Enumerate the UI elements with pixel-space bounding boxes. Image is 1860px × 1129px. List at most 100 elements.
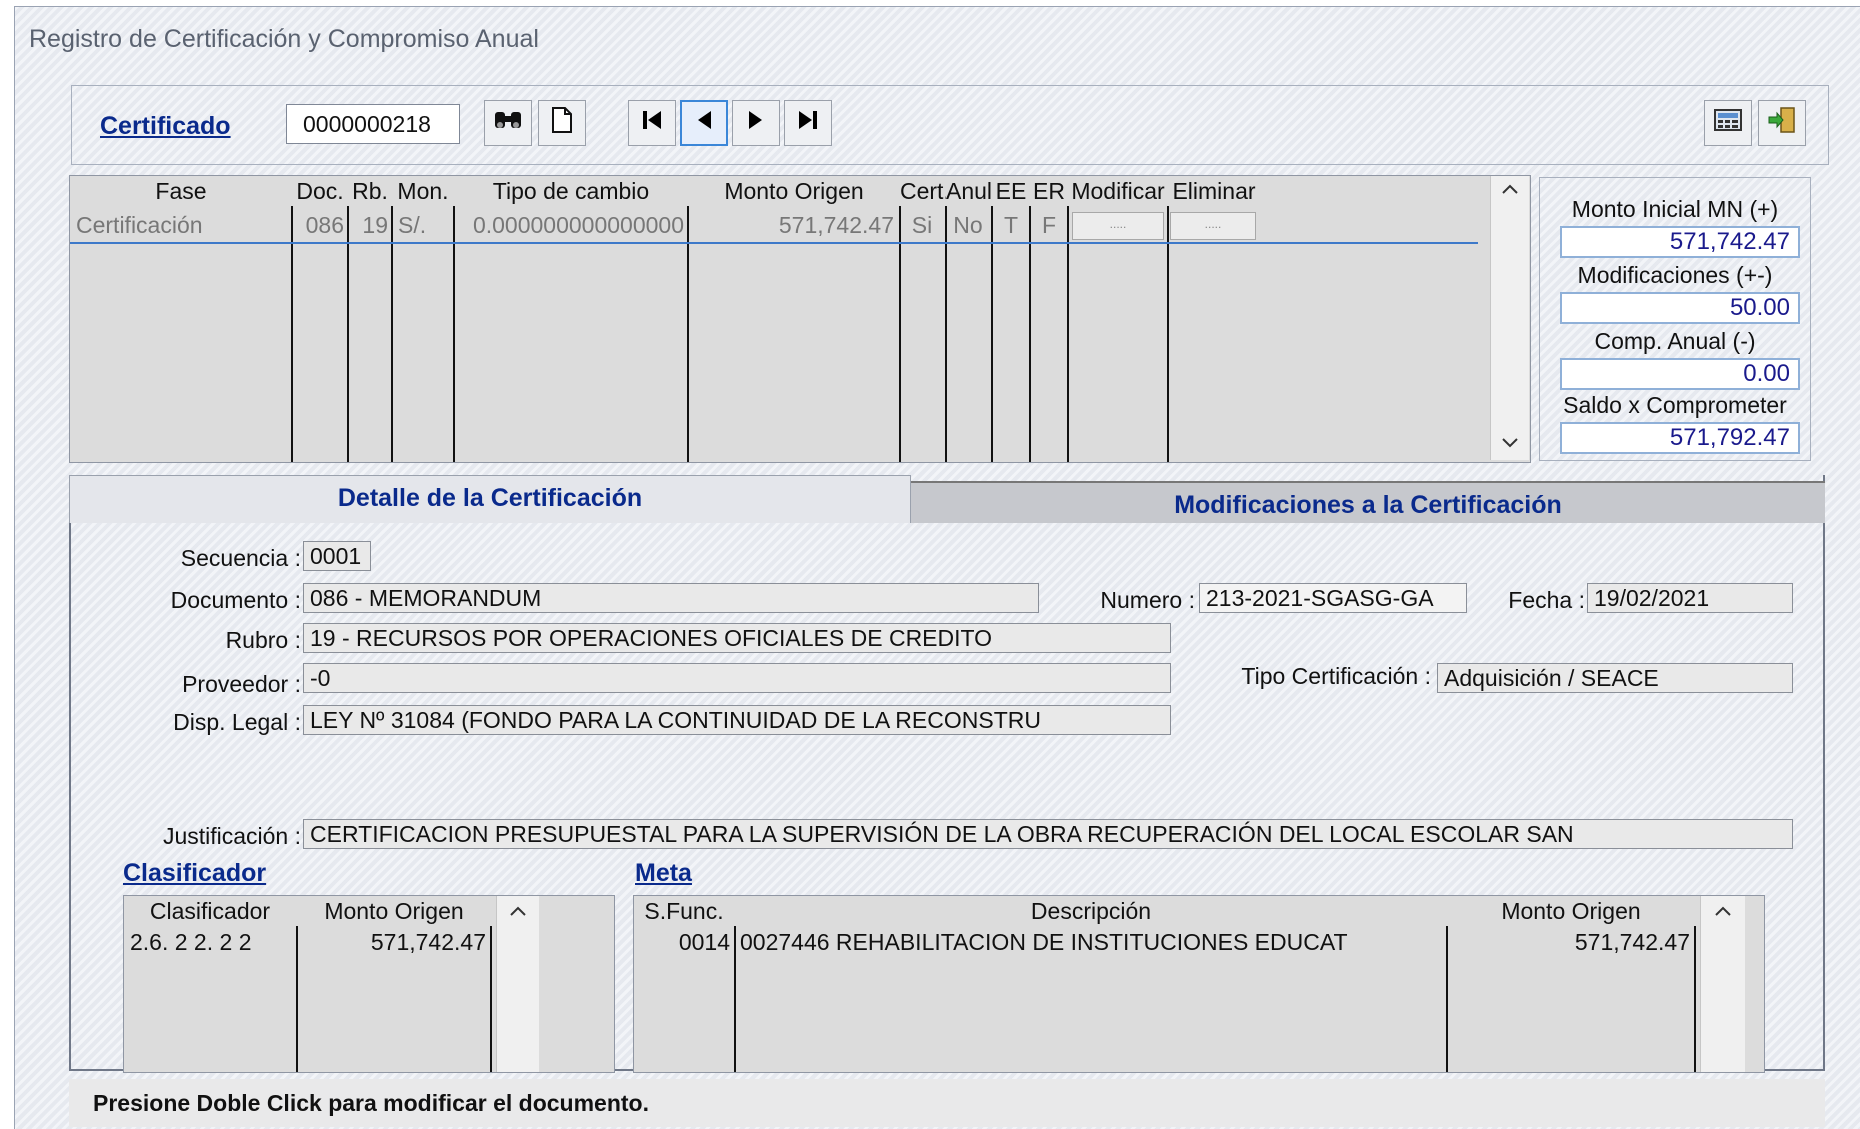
- tab-detalle[interactable]: Detalle de la Certificación: [69, 475, 911, 523]
- cell-fase: Certificación: [76, 212, 203, 238]
- cell-rb: 19: [362, 212, 388, 238]
- binoculars-icon: [493, 108, 523, 139]
- column-divider: [347, 206, 349, 462]
- comp-anual-value: 0.00: [1560, 358, 1800, 390]
- tipo-certificacion-label: Tipo Certificación :: [1241, 663, 1431, 689]
- rubro-field[interactable]: 19 - RECURSOS POR OPERACIONES OFICIALES …: [303, 623, 1171, 653]
- clasificador-link[interactable]: Clasificador: [123, 859, 266, 888]
- exit-icon: [1767, 106, 1797, 141]
- chevron-down-icon[interactable]: [1501, 436, 1519, 455]
- cell-cert: Si: [911, 212, 933, 238]
- saldo-value: 571,792.47: [1560, 422, 1800, 454]
- next-record-button[interactable]: [732, 100, 780, 146]
- secuencia-label: Secuencia :: [180, 545, 301, 571]
- column-divider: [687, 206, 689, 462]
- col-header-descripcion[interactable]: Descripción: [736, 896, 1446, 926]
- col-header-monto-origen[interactable]: Monto Origen: [688, 176, 900, 206]
- disp-legal-label: Disp. Legal :: [173, 709, 301, 735]
- window-title: Registro de Certificación y Compromiso A…: [29, 25, 539, 53]
- certificado-link[interactable]: Certificado: [100, 112, 231, 141]
- comp-anual-label: Comp. Anual (-): [1594, 328, 1756, 354]
- saldo-label: Saldo x Comprometer: [1563, 392, 1787, 418]
- first-record-icon: [640, 108, 664, 139]
- proveedor-label: Proveedor :: [182, 671, 301, 697]
- modificar-button[interactable]: .....: [1072, 212, 1164, 240]
- grid-scrollbar[interactable]: [1490, 176, 1529, 460]
- col-header-ee[interactable]: EE: [992, 176, 1030, 206]
- previous-record-button[interactable]: [680, 100, 728, 146]
- clasificador-scrollbar[interactable]: [496, 896, 539, 1072]
- meta-grid[interactable]: S.Func. Descripción Monto Origen 0014 00…: [633, 895, 1765, 1073]
- cell-anul: No: [953, 212, 983, 238]
- proveedor-field[interactable]: -0: [303, 663, 1171, 693]
- previous-record-icon: [692, 108, 716, 139]
- meta-scrollbar[interactable]: [1700, 896, 1745, 1072]
- col-header-rb[interactable]: Rb.: [348, 176, 392, 206]
- tab-modificaciones[interactable]: Modificaciones a la Certificación: [911, 481, 1825, 523]
- justificacion-field[interactable]: CERTIFICACION PRESUPUESTAL PARA LA SUPER…: [303, 819, 1793, 849]
- modificaciones-value: 50.00: [1560, 292, 1800, 324]
- fecha-field[interactable]: 19/02/2021: [1587, 583, 1793, 613]
- meta-link[interactable]: Meta: [635, 859, 692, 888]
- column-divider: [734, 926, 736, 1072]
- col-header-monto-origen[interactable]: Monto Origen: [298, 896, 490, 926]
- col-header-cert[interactable]: Cert.: [900, 176, 946, 206]
- cell-ee: T: [1003, 212, 1019, 238]
- cell-sfunc: 0014: [678, 929, 730, 955]
- secuencia-field[interactable]: 0001: [303, 541, 371, 571]
- chevron-up-icon[interactable]: [1714, 904, 1732, 923]
- last-record-icon: [796, 108, 820, 139]
- col-header-sfunc[interactable]: S.Func.: [634, 896, 734, 926]
- new-button[interactable]: [538, 100, 586, 146]
- col-header-mon[interactable]: Mon.: [392, 176, 454, 206]
- column-divider: [453, 206, 455, 462]
- column-divider: [490, 926, 492, 1072]
- search-button[interactable]: [484, 100, 532, 146]
- col-header-fase[interactable]: Fase: [70, 176, 292, 206]
- disp-legal-field[interactable]: LEY Nº 31084 (FONDO PARA LA CONTINUIDAD …: [303, 705, 1171, 735]
- cell-clasificador: 2.6. 2 2. 2 2: [130, 929, 252, 955]
- cell-tipo-cambio: 0.000000000000000: [472, 212, 684, 238]
- numero-field[interactable]: 213-2021-SGASG-GA: [1199, 583, 1467, 613]
- report-button[interactable]: [1704, 100, 1752, 146]
- column-divider: [291, 206, 293, 462]
- rubro-label: Rubro :: [225, 627, 301, 653]
- col-header-anul[interactable]: Anul: [946, 176, 992, 206]
- cell-monto: 571,742.47: [370, 929, 486, 955]
- first-record-button[interactable]: [628, 100, 676, 146]
- toolbar: Certificado 0000000218: [71, 85, 1829, 165]
- col-header-tipo-cambio[interactable]: Tipo de cambio: [454, 176, 688, 206]
- exit-button[interactable]: [1758, 100, 1806, 146]
- col-header-eliminar[interactable]: Eliminar: [1168, 176, 1260, 206]
- fecha-label: Fecha :: [1508, 587, 1585, 613]
- documento-field[interactable]: 086 - MEMORANDUM: [303, 583, 1039, 613]
- next-record-icon: [744, 108, 768, 139]
- column-divider: [899, 206, 901, 462]
- totals-panel: Monto Inicial MN (+) 571,742.47 Modifica…: [1539, 177, 1811, 461]
- cell-monto: 571,742.47: [1574, 929, 1690, 955]
- column-divider: [1167, 206, 1169, 462]
- column-divider: [296, 926, 298, 1072]
- status-bar: Presione Doble Click para modificar el d…: [69, 1079, 1825, 1127]
- clasificador-grid[interactable]: Clasificador Monto Origen 2.6. 2 2. 2 2 …: [123, 895, 615, 1073]
- justificacion-label: Justificación :: [162, 823, 301, 849]
- last-record-button[interactable]: [784, 100, 832, 146]
- col-header-monto-origen[interactable]: Monto Origen: [1448, 896, 1694, 926]
- column-divider: [945, 206, 947, 462]
- monto-inicial-value: 571,742.47: [1560, 226, 1800, 258]
- column-divider: [391, 206, 393, 462]
- col-header-clasificador[interactable]: Clasificador: [124, 896, 296, 926]
- calculator-icon: [1713, 107, 1743, 140]
- col-header-er[interactable]: ER: [1030, 176, 1068, 206]
- eliminar-button[interactable]: .....: [1170, 212, 1256, 240]
- chevron-up-icon[interactable]: [1501, 182, 1519, 201]
- col-header-modificar[interactable]: Modificar: [1068, 176, 1168, 206]
- numero-label: Numero :: [1100, 587, 1195, 613]
- documento-label: Documento :: [170, 587, 301, 613]
- cell-descripcion: 0027446 REHABILITACION DE INSTITUCIONES …: [740, 929, 1348, 955]
- col-header-doc[interactable]: Doc.: [292, 176, 348, 206]
- tipo-certificacion-field[interactable]: Adquisición / SEACE: [1437, 663, 1793, 693]
- certificado-input[interactable]: 0000000218: [286, 104, 460, 144]
- chevron-up-icon[interactable]: [509, 904, 527, 923]
- certificacion-grid[interactable]: Fase Doc. Rb. Mon. Tipo de cambio Monto …: [69, 175, 1531, 463]
